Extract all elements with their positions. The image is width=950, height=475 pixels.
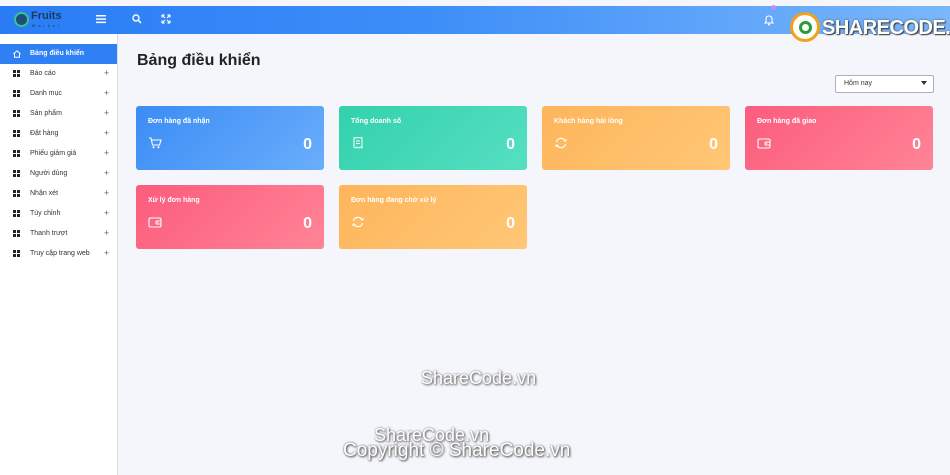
- sidebar-item-label: Người dùng: [30, 170, 68, 177]
- expand-icon[interactable]: +: [104, 149, 109, 158]
- expand-icon[interactable]: +: [104, 189, 109, 198]
- sidebar-item-label: Đặt hàng: [30, 130, 59, 137]
- grid-icon: [13, 210, 20, 217]
- sidebar-item-dashboard[interactable]: Bảng điều khiển: [0, 44, 117, 64]
- grid-icon: [13, 170, 20, 177]
- sidebar-item-coupons[interactable]: Phiếu giảm giá +: [0, 144, 117, 164]
- sidebar-item-users[interactable]: Người dùng +: [0, 164, 117, 184]
- expand-icon[interactable]: +: [104, 209, 109, 218]
- grid-icon: [13, 250, 20, 257]
- expand-icon[interactable]: +: [104, 229, 109, 238]
- card-value: 0: [303, 136, 312, 153]
- sidebar-item-customize[interactable]: Tùy chỉnh +: [0, 204, 117, 224]
- brand-logo[interactable]: Fruits Market: [14, 10, 76, 32]
- expand-icon[interactable]: [161, 13, 171, 27]
- sidebar-item-products[interactable]: Sản phẩm +: [0, 104, 117, 124]
- period-select-value: Hôm nay: [844, 80, 873, 87]
- card-value: 0: [506, 136, 515, 153]
- watermark-logo: SHARECODE.vn: [788, 10, 950, 46]
- card-value: 0: [912, 136, 921, 153]
- sidebar-item-slider[interactable]: Thanh trượt +: [0, 224, 117, 244]
- logo-mark: [14, 12, 29, 27]
- expand-icon[interactable]: +: [104, 89, 109, 98]
- grid-icon: [13, 150, 20, 157]
- sidebar-item-categories[interactable]: Danh mục +: [0, 84, 117, 104]
- grid-icon: [13, 70, 20, 77]
- watermark-logo-text: SHARECODE.vn: [822, 17, 950, 39]
- card-value: 0: [506, 215, 515, 232]
- expand-icon[interactable]: +: [104, 69, 109, 78]
- search-icon[interactable]: [132, 13, 142, 27]
- sidebar-item-label: Phiếu giảm giá: [30, 150, 77, 157]
- notification-badge: [771, 5, 776, 10]
- stat-card-satisfied-customers[interactable]: Khách hàng hài lòng 0: [542, 106, 730, 170]
- watermark-logo-mark: [790, 12, 820, 42]
- wallet-icon: [757, 136, 771, 149]
- stat-card-pending-orders[interactable]: Đơn hàng đang chờ xử lý 0: [339, 185, 527, 249]
- grid-icon: [13, 190, 20, 197]
- expand-icon[interactable]: +: [104, 249, 109, 258]
- bell-icon[interactable]: [763, 13, 775, 26]
- stat-card-processing-orders[interactable]: Xử lý đơn hàng 0: [136, 185, 324, 249]
- sidebar-item-label: Thanh trượt: [30, 230, 68, 237]
- sidebar: Bảng điều khiển Báo cáo + Danh mục + Sản…: [0, 34, 118, 475]
- card-title: Xử lý đơn hàng: [148, 197, 200, 204]
- card-title: Khách hàng hài lòng: [554, 118, 623, 125]
- card-value: 0: [303, 215, 312, 232]
- sidebar-item-label: Báo cáo: [30, 70, 56, 77]
- card-title: Tổng doanh số: [351, 118, 402, 125]
- watermark-copyright: Copyright © ShareCode.vn: [343, 440, 571, 461]
- sidebar-item-label: Sản phẩm: [30, 110, 62, 117]
- chevron-down-icon: [921, 81, 927, 85]
- menu-icon[interactable]: [96, 13, 107, 27]
- stat-card-orders-received[interactable]: Đơn hàng đã nhận 0: [136, 106, 324, 170]
- sidebar-item-label: Bảng điều khiển: [30, 50, 85, 57]
- brand-subtitle: Market: [32, 23, 63, 28]
- card-title: Đơn hàng đã giao: [757, 118, 817, 125]
- page-title: Bảng điều khiển: [137, 52, 261, 69]
- sidebar-item-label: Truy cập trang web: [30, 250, 90, 257]
- grid-icon: [13, 90, 20, 97]
- refresh-icon: [351, 215, 365, 228]
- refresh-icon: [554, 136, 568, 149]
- wallet-icon: [148, 215, 162, 228]
- stat-card-orders-delivered[interactable]: Đơn hàng đã giao 0: [745, 106, 933, 170]
- sidebar-item-site-visits[interactable]: Truy cập trang web +: [0, 244, 117, 264]
- sidebar-item-reports[interactable]: Báo cáo +: [0, 64, 117, 84]
- expand-icon[interactable]: +: [104, 109, 109, 118]
- card-title: Đơn hàng đang chờ xử lý: [351, 197, 437, 204]
- sidebar-item-label: Danh mục: [30, 90, 62, 97]
- receipt-icon: [351, 136, 365, 149]
- expand-icon[interactable]: +: [104, 169, 109, 178]
- home-icon: [13, 50, 21, 58]
- period-select[interactable]: Hôm nay: [835, 75, 934, 93]
- card-value: 0: [709, 136, 718, 153]
- sidebar-item-orders[interactable]: Đặt hàng +: [0, 124, 117, 144]
- grid-icon: [13, 130, 20, 137]
- card-title: Đơn hàng đã nhận: [148, 118, 210, 125]
- cart-icon: [148, 136, 162, 149]
- sidebar-item-label: Nhận xét: [30, 190, 59, 197]
- watermark-text: ShareCode.vn: [421, 368, 537, 388]
- expand-icon[interactable]: +: [104, 129, 109, 138]
- sidebar-item-reviews[interactable]: Nhận xét +: [0, 184, 117, 204]
- grid-icon: [13, 230, 20, 237]
- sidebar-item-label: Tùy chỉnh: [30, 210, 61, 217]
- brand-name: Fruits: [31, 10, 62, 22]
- grid-icon: [13, 110, 20, 117]
- stat-card-total-sales[interactable]: Tổng doanh số 0: [339, 106, 527, 170]
